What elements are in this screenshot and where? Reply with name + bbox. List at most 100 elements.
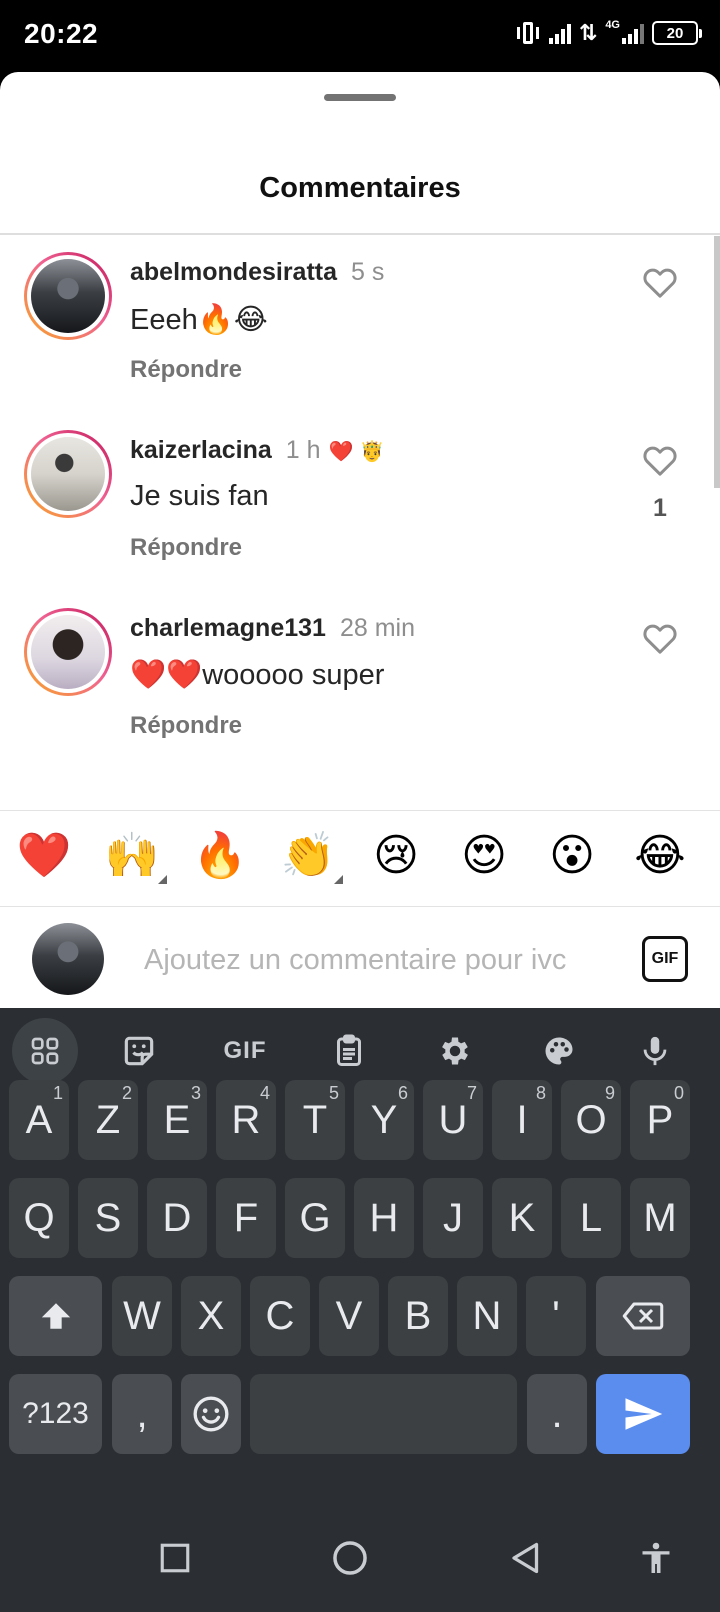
my-avatar bbox=[32, 923, 104, 995]
period-key[interactable]: . bbox=[527, 1374, 587, 1454]
comment-item: abelmondesiratta 5 s Eeeh🔥😂 Répondre bbox=[0, 252, 720, 412]
variant-indicator-icon bbox=[334, 875, 343, 884]
key-u[interactable]: U7 bbox=[423, 1080, 483, 1160]
emoji-fire[interactable]: 🔥 bbox=[192, 828, 248, 884]
comment-text: Eeeh🔥😂 bbox=[130, 304, 268, 336]
cell-signal-icon bbox=[622, 22, 644, 44]
key-v[interactable]: V bbox=[319, 1276, 379, 1356]
symbols-key[interactable]: ?123 bbox=[9, 1374, 102, 1454]
comments-sheet: Commentaires abelmondesiratta 5 s Eeeh🔥😂… bbox=[0, 72, 720, 1008]
status-icons: ⇅ 4G 20 bbox=[515, 19, 702, 46]
key-g[interactable]: G bbox=[285, 1178, 345, 1258]
gif-button[interactable]: GIF bbox=[642, 936, 688, 982]
network-type: 4G bbox=[605, 19, 620, 31]
key-s[interactable]: S bbox=[78, 1178, 138, 1258]
heart-icon[interactable] bbox=[640, 618, 680, 658]
comment-username[interactable]: kaizerlacina bbox=[130, 436, 272, 465]
variant-indicator-icon bbox=[158, 875, 167, 884]
comment-username[interactable]: abelmondesiratta bbox=[130, 258, 337, 287]
key-i[interactable]: I8 bbox=[492, 1080, 552, 1160]
key-c[interactable]: C bbox=[250, 1276, 310, 1356]
reply-button[interactable]: Répondre bbox=[130, 356, 242, 384]
sticker-icon[interactable] bbox=[106, 1018, 172, 1084]
comment-input[interactable] bbox=[144, 936, 612, 984]
comment-username[interactable]: charlemagne131 bbox=[130, 614, 326, 643]
key-a[interactable]: A1 bbox=[9, 1080, 69, 1160]
key-z[interactable]: Z2 bbox=[78, 1080, 138, 1160]
user-badge: ❤️ 🤴 bbox=[328, 438, 385, 463]
key-k[interactable]: K bbox=[492, 1178, 552, 1258]
comment-time: 1 h bbox=[285, 436, 321, 464]
gif-keyboard-button[interactable]: GIF bbox=[212, 1018, 278, 1084]
settings-icon[interactable] bbox=[422, 1018, 488, 1084]
emoji-key[interactable] bbox=[181, 1374, 241, 1454]
heart-icon[interactable] bbox=[640, 262, 680, 302]
key-f[interactable]: F bbox=[216, 1178, 276, 1258]
avatar[interactable] bbox=[24, 252, 112, 340]
accessibility-icon[interactable] bbox=[632, 1534, 680, 1582]
mic-icon[interactable] bbox=[622, 1018, 688, 1084]
key-apostrophe[interactable]: ' bbox=[526, 1276, 586, 1356]
emoji-crying[interactable]: 😢 bbox=[368, 828, 424, 884]
backspace-key[interactable] bbox=[596, 1276, 690, 1356]
key-n[interactable]: N bbox=[457, 1276, 517, 1356]
battery-level: 20 bbox=[666, 24, 684, 42]
space-key[interactable] bbox=[250, 1374, 517, 1454]
data-transfer-icon: ⇅ bbox=[578, 20, 598, 45]
drag-handle[interactable] bbox=[324, 94, 396, 101]
vibrate-icon bbox=[515, 20, 541, 46]
wifi-signal-icon bbox=[548, 22, 571, 44]
key-h[interactable]: H bbox=[354, 1178, 414, 1258]
comment-time: 28 min bbox=[339, 614, 415, 642]
key-b[interactable]: B bbox=[388, 1276, 448, 1356]
avatar[interactable] bbox=[24, 430, 112, 518]
status-bar: 20:22 ⇅ 4G 20 bbox=[0, 0, 720, 72]
key-p[interactable]: P0 bbox=[630, 1080, 690, 1160]
key-t[interactable]: T5 bbox=[285, 1080, 345, 1160]
key-m[interactable]: M bbox=[630, 1178, 690, 1258]
emoji-laughing[interactable]: 😂 bbox=[632, 828, 688, 884]
avatar[interactable] bbox=[24, 608, 112, 696]
key-l[interactable]: L bbox=[561, 1178, 621, 1258]
emoji-heart-eyes[interactable]: 😍 bbox=[456, 828, 512, 884]
back-icon[interactable] bbox=[502, 1534, 550, 1582]
emoji-raised-hands[interactable]: 🙌 bbox=[104, 828, 160, 884]
emoji-heart[interactable]: ❤️ bbox=[16, 828, 72, 884]
palette-icon[interactable] bbox=[526, 1018, 592, 1084]
recents-icon[interactable] bbox=[151, 1534, 199, 1582]
key-x[interactable]: X bbox=[181, 1276, 241, 1356]
key-r[interactable]: R4 bbox=[216, 1080, 276, 1160]
key-q[interactable]: Q bbox=[9, 1178, 69, 1258]
heart-icon[interactable] bbox=[640, 440, 680, 480]
divider bbox=[0, 906, 720, 907]
comment-item: kaizerlacina 1 h ❤️ 🤴 Je suis fan Répond… bbox=[0, 430, 720, 590]
comment-text: ❤️❤️wooooo super bbox=[130, 659, 385, 691]
clipboard-icon[interactable] bbox=[316, 1018, 382, 1084]
key-e[interactable]: E3 bbox=[147, 1080, 207, 1160]
key-j[interactable]: J bbox=[423, 1178, 483, 1258]
like-count[interactable]: 1 bbox=[640, 494, 680, 523]
battery-icon: 20 bbox=[652, 21, 702, 45]
divider bbox=[0, 233, 720, 235]
reply-button[interactable]: Répondre bbox=[130, 712, 242, 740]
divider bbox=[0, 810, 720, 811]
comma-key[interactable]: , bbox=[112, 1374, 172, 1454]
backspace-icon bbox=[622, 1302, 664, 1330]
keyboard: GIF A1 Z2 E3 R4 T5 Y6 U7 I8 O9 P0 Q S D … bbox=[0, 1008, 720, 1504]
key-d[interactable]: D bbox=[147, 1178, 207, 1258]
emoji-smile-icon bbox=[193, 1396, 229, 1432]
reply-button[interactable]: Répondre bbox=[130, 534, 242, 562]
shift-key[interactable] bbox=[9, 1276, 102, 1356]
status-time: 20:22 bbox=[24, 18, 99, 49]
emoji-clap[interactable]: 👏 bbox=[280, 828, 336, 884]
emoji-quick-bar: ❤️ 🙌 🔥 👏 😢 😍 😮 😂 bbox=[0, 828, 720, 898]
send-key[interactable] bbox=[596, 1374, 690, 1454]
send-icon bbox=[625, 1398, 663, 1430]
home-icon[interactable] bbox=[326, 1534, 374, 1582]
key-w[interactable]: W bbox=[112, 1276, 172, 1356]
key-o[interactable]: O9 bbox=[561, 1080, 621, 1160]
apps-icon[interactable] bbox=[12, 1018, 78, 1084]
shift-icon bbox=[41, 1303, 70, 1329]
emoji-surprised[interactable]: 😮 bbox=[544, 828, 600, 884]
key-y[interactable]: Y6 bbox=[354, 1080, 414, 1160]
